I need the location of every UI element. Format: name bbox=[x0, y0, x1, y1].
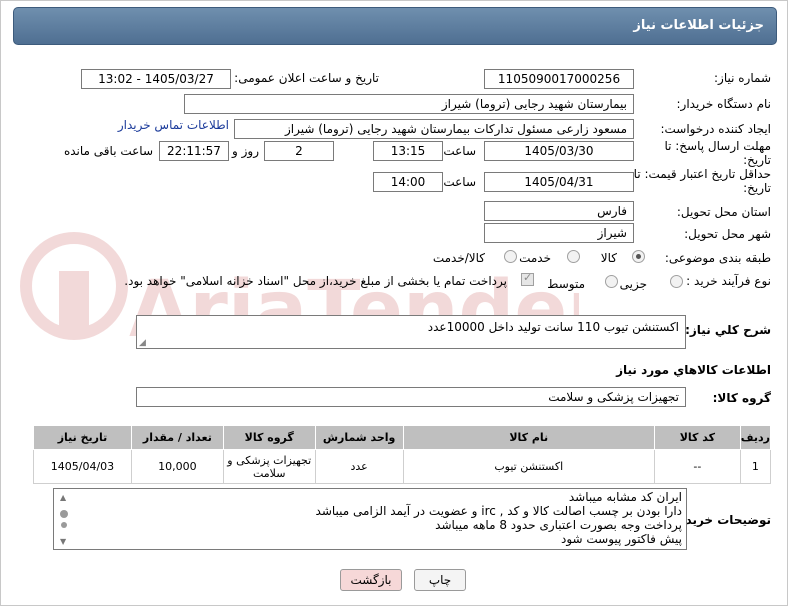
validity-label: حداقل تاریخ اعتبار قیمت: تا تاریخ: bbox=[633, 167, 771, 195]
description-label: شرح كلي نياز: bbox=[685, 323, 771, 337]
category-radio-service[interactable] bbox=[567, 250, 580, 263]
city-field: شیراز bbox=[484, 223, 634, 243]
cell-unit: عدد bbox=[314, 449, 404, 484]
notes-line: پیش فاكتور پیوست شود bbox=[560, 532, 682, 546]
province-field: فارس bbox=[484, 201, 634, 221]
scroll-track-dot bbox=[61, 522, 67, 528]
items-table: ردیف كد كالا نام كالا واحد شمارش گروه كا… bbox=[33, 425, 772, 484]
col-qty: تعداد / مقدار bbox=[130, 425, 224, 450]
notes-line: پرداخت وجه بصورت اعتباری حدود 8 ماهه میب… bbox=[435, 518, 682, 532]
col-date: تاریخ نیاز bbox=[33, 425, 132, 450]
goods-group-field: تجهیزات پزشكی و سلامت bbox=[136, 387, 686, 407]
cell-date: 1405/04/03 bbox=[33, 449, 132, 484]
print-button[interactable]: چاپ bbox=[414, 569, 466, 591]
resize-grip-icon[interactable]: ◢ bbox=[139, 338, 146, 348]
buyer-label: نام دستگاه خریدار: bbox=[676, 97, 772, 111]
goods-group-label: گروه كالا: bbox=[712, 391, 771, 405]
cell-group: تجهیزات پزشكی و سلامت bbox=[222, 449, 316, 484]
treasury-checkbox[interactable] bbox=[521, 271, 534, 286]
process-label: نوع فرآیند خرید : bbox=[686, 274, 771, 288]
contact-buyer-link[interactable]: اطلاعات تماس خریدار bbox=[118, 118, 229, 132]
category-label: طبقه بندی موضوعی: bbox=[664, 251, 771, 265]
cell-name: اكستنشن تیوب bbox=[402, 449, 655, 484]
cell-code: -- bbox=[653, 449, 741, 484]
days-label: روز و bbox=[232, 144, 259, 158]
goods-info-title: اطلاعات كالاهاي مورد نياز bbox=[616, 363, 771, 377]
description-text: اكستنشن تیوب 110 سانت تولید داخل 10000عد… bbox=[427, 320, 679, 334]
province-label: استان محل تحویل: bbox=[676, 205, 771, 219]
validity-time-label: ساعت bbox=[443, 175, 476, 189]
window: جزئیات اطلاعات نیاز AriaTender.net شماره… bbox=[0, 0, 788, 606]
col-group: گروه كالا bbox=[222, 425, 316, 450]
category-radio-goods[interactable] bbox=[632, 250, 645, 263]
treasury-note: پرداخت تمام یا بخشی از مبلغ خرید،از محل … bbox=[124, 274, 507, 288]
col-row: ردیف bbox=[739, 425, 772, 450]
table-row: 1 -- اكستنشن تیوب عدد تجهیزات پزشكی و سل… bbox=[33, 449, 772, 484]
scroll-thumb[interactable] bbox=[60, 510, 68, 518]
announce-label: تاریخ و ساعت اعلان عمومی: bbox=[234, 71, 379, 85]
notes-line: دارا بودن بر چسب اصالت كالا و كد , irc و… bbox=[315, 504, 682, 518]
table-header-row: ردیف كد كالا نام كالا واحد شمارش گروه كا… bbox=[33, 425, 772, 450]
category-radio-goods-service[interactable] bbox=[504, 250, 517, 263]
title-bar: جزئیات اطلاعات نیاز bbox=[13, 7, 777, 45]
cell-row: 1 bbox=[739, 449, 772, 484]
process-radio-partial[interactable] bbox=[670, 275, 683, 288]
deadline-time-field: 13:15 bbox=[373, 141, 443, 161]
buyer-field: بیمارستان شهید رجایی (تروما) شیراز bbox=[184, 94, 634, 114]
deadline-date-field: 1405/03/30 bbox=[484, 141, 634, 161]
process-option-medium: متوسط bbox=[547, 277, 585, 291]
page-title: جزئیات اطلاعات نیاز bbox=[633, 18, 764, 33]
buyer-notes-field[interactable]: ایران كد مشابه میباشد دارا بودن بر چسب ا… bbox=[53, 488, 687, 550]
notes-scrollbar[interactable]: ▲ ▼ bbox=[56, 491, 72, 547]
requester-field: مسعود زارعی مسئول تداركات بیمارستان شهید… bbox=[234, 119, 634, 139]
remaining-label: ساعت باقی مانده bbox=[63, 144, 153, 158]
requester-label: ایجاد کننده درخواست: bbox=[660, 122, 771, 136]
need-number-label: شماره نیاز: bbox=[714, 71, 771, 85]
days-field: 2 bbox=[264, 141, 334, 161]
deadline-label: مهلت ارسال پاسخ: تا تاریخ: bbox=[664, 139, 771, 167]
col-name: نام كالا bbox=[402, 425, 655, 450]
remaining-time-field: 22:11:57 bbox=[159, 141, 229, 161]
description-field: اكستنشن تیوب 110 سانت تولید داخل 10000عد… bbox=[136, 315, 686, 349]
category-option-service: خدمت bbox=[519, 251, 551, 265]
process-radio-medium[interactable] bbox=[605, 275, 618, 288]
back-button[interactable]: بازگشت bbox=[340, 569, 402, 591]
category-option-goods-service: كالا/خدمت bbox=[432, 251, 485, 265]
scroll-up-icon[interactable]: ▲ bbox=[60, 491, 66, 505]
validity-date-field: 1405/04/31 bbox=[484, 172, 634, 192]
need-number-field: 1105090017000256 bbox=[484, 69, 634, 89]
cell-qty: 10,000 bbox=[130, 449, 224, 484]
announce-field: 1405/03/27 - 13:02 bbox=[81, 69, 231, 89]
city-label: شهر محل تحویل: bbox=[684, 227, 771, 241]
scroll-down-icon[interactable]: ▼ bbox=[60, 535, 66, 549]
process-option-partial: جزیی bbox=[619, 277, 647, 291]
notes-line: ایران كد مشابه میباشد bbox=[568, 490, 682, 504]
deadline-time-label: ساعت bbox=[443, 144, 476, 158]
col-code: كد كالا bbox=[653, 425, 741, 450]
col-unit: واحد شمارش bbox=[314, 425, 404, 450]
category-option-goods: كالا bbox=[600, 251, 617, 265]
validity-time-field: 14:00 bbox=[373, 172, 443, 192]
